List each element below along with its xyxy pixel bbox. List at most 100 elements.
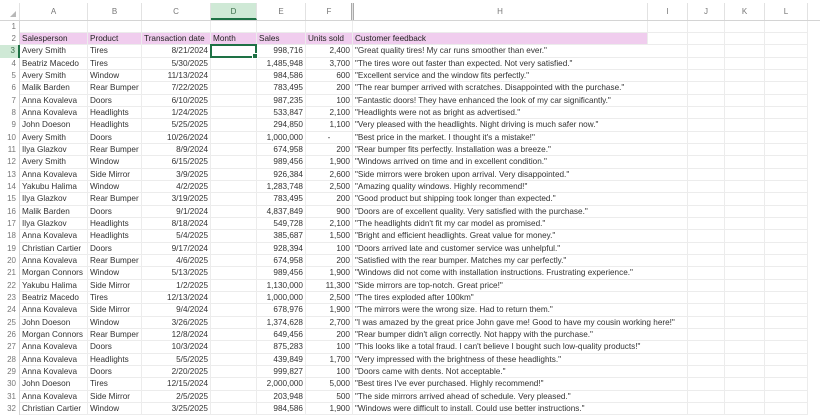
table-cell[interactable]: Doors <box>88 242 142 255</box>
column-header-j[interactable]: J <box>688 3 725 20</box>
table-cell[interactable]: Headlights <box>88 230 142 243</box>
table-cell[interactable]: 1,700 <box>306 353 353 366</box>
table-cell[interactable]: Yakubu Halima <box>20 279 88 292</box>
column-header-l[interactable]: L <box>765 3 808 20</box>
table-cell[interactable] <box>211 82 257 95</box>
row-header-17[interactable]: 17 <box>0 217 20 231</box>
table-cell[interactable]: 5/5/2025 <box>142 353 211 366</box>
table-cell[interactable]: 500 <box>306 390 353 404</box>
table-cell[interactable]: "Good product but shipping took longer t… <box>353 193 648 206</box>
empty-cell[interactable] <box>688 82 725 95</box>
table-cell[interactable]: Rear Bumper <box>88 329 142 342</box>
table-cell[interactable]: Yakubu Halima <box>20 180 88 194</box>
table-cell[interactable] <box>211 366 257 379</box>
table-cell[interactable]: 1,000,000 <box>257 131 306 144</box>
table-cell[interactable]: 6/15/2025 <box>142 156 211 169</box>
table-cell[interactable]: "Best tires I've ever purchased. Highly … <box>353 378 648 391</box>
empty-cell[interactable] <box>688 329 725 342</box>
empty-cell[interactable] <box>688 403 725 416</box>
table-cell[interactable] <box>211 267 257 280</box>
empty-cell[interactable] <box>765 131 808 144</box>
table-cell[interactable]: Avery Smith <box>20 69 88 83</box>
empty-cell[interactable] <box>688 366 725 379</box>
empty-cell[interactable] <box>648 279 688 292</box>
table-cell[interactable]: 5/4/2025 <box>142 230 211 243</box>
table-cell[interactable]: "The headlights didn't fit my car model … <box>353 218 648 231</box>
row-header-32[interactable]: 32 <box>0 403 20 416</box>
active-cell-d3[interactable] <box>210 44 258 59</box>
empty-cell[interactable] <box>725 304 765 317</box>
empty-cell[interactable] <box>648 341 688 354</box>
row-header-10[interactable]: 10 <box>0 131 20 144</box>
table-cell[interactable]: 12/8/2024 <box>142 329 211 342</box>
table-cell[interactable] <box>211 304 257 317</box>
empty-cell[interactable] <box>688 279 725 292</box>
empty-cell[interactable] <box>765 106 808 120</box>
table-cell[interactable]: "Best price in the market. I thought it'… <box>353 132 648 144</box>
table-cell[interactable]: "Rear bumper didn't align correctly. Not… <box>353 329 648 342</box>
table-cell[interactable]: 998,716 <box>257 45 306 58</box>
table-cell[interactable]: "Rear bumper fits perfectly. Installatio… <box>353 144 648 157</box>
table-cell[interactable]: Ilya Glazkov <box>20 143 88 157</box>
table-cell[interactable] <box>211 242 257 255</box>
table-cell[interactable]: "Doors arrived late and customer service… <box>353 243 648 255</box>
empty-cell[interactable] <box>765 69 808 83</box>
empty-cell[interactable] <box>765 242 808 255</box>
table-cell[interactable]: 984,586 <box>257 69 306 83</box>
empty-cell[interactable] <box>211 20 257 33</box>
table-cell[interactable]: 1,485,948 <box>257 57 306 70</box>
empty-cell[interactable] <box>648 230 688 243</box>
table-cell[interactable]: 3/19/2025 <box>142 193 211 206</box>
empty-cell[interactable] <box>688 217 725 231</box>
table-cell[interactable]: 12/13/2024 <box>142 291 211 305</box>
row-header-6[interactable]: 6 <box>0 82 20 95</box>
row-header-13[interactable]: 13 <box>0 168 20 181</box>
empty-cell[interactable] <box>648 267 688 280</box>
row-header-1[interactable]: 1 <box>0 20 20 33</box>
empty-cell[interactable] <box>725 45 765 58</box>
empty-cell[interactable] <box>688 242 725 255</box>
empty-cell[interactable] <box>648 69 688 83</box>
row-header-15[interactable]: 15 <box>0 193 20 206</box>
table-cell[interactable]: Anna Kovaleva <box>20 341 88 354</box>
table-cell[interactable]: Doors <box>88 341 142 354</box>
empty-cell[interactable] <box>725 267 765 280</box>
empty-cell[interactable] <box>648 20 688 33</box>
empty-cell[interactable] <box>648 156 688 169</box>
table-cell[interactable]: 600 <box>306 69 353 83</box>
table-cell[interactable]: "Great quality tires! My car runs smooth… <box>353 45 648 58</box>
table-cell[interactable]: "Excellent service and the window fits p… <box>353 70 648 83</box>
table-cell[interactable]: "Doors are of excellent quality. Very sa… <box>353 206 648 218</box>
empty-cell[interactable] <box>688 156 725 169</box>
table-cell[interactable]: 783,495 <box>257 82 306 95</box>
table-cell[interactable]: "Side mirrors are top-notch. Great price… <box>353 280 648 292</box>
table-cell[interactable] <box>211 341 257 354</box>
table-cell[interactable]: "I was amazed by the great price John ga… <box>353 317 675 329</box>
empty-cell[interactable] <box>765 353 808 366</box>
table-cell[interactable]: John Doeson <box>20 378 88 391</box>
empty-cell[interactable] <box>648 254 688 268</box>
table-cell[interactable]: 5/25/2025 <box>142 119 211 132</box>
table-cell[interactable]: 1,900 <box>306 403 353 416</box>
row-header-29[interactable]: 29 <box>0 366 20 379</box>
empty-cell[interactable] <box>648 242 688 255</box>
empty-cell[interactable] <box>688 353 725 366</box>
table-cell[interactable]: Ilya Glazkov <box>20 217 88 231</box>
table-cell[interactable]: 8/9/2024 <box>142 143 211 157</box>
table-cell[interactable]: Headlights <box>88 106 142 120</box>
empty-cell[interactable] <box>765 304 808 317</box>
empty-cell[interactable] <box>257 20 306 33</box>
table-cell[interactable]: 200 <box>306 193 353 206</box>
row-header-2[interactable]: 2 <box>0 32 20 46</box>
row-header-21[interactable]: 21 <box>0 267 20 280</box>
table-cell[interactable]: Tires <box>88 378 142 391</box>
table-cell[interactable]: 549,728 <box>257 217 306 231</box>
empty-cell[interactable] <box>648 94 688 107</box>
empty-cell[interactable] <box>765 94 808 107</box>
column-header-c[interactable]: C <box>142 3 211 20</box>
table-cell[interactable]: Beatriz Macedo <box>20 57 88 70</box>
empty-cell[interactable] <box>688 390 725 404</box>
table-cell[interactable]: Anna Kovaleva <box>20 106 88 120</box>
empty-cell[interactable] <box>725 119 765 132</box>
column-header-k[interactable]: K <box>725 3 765 20</box>
